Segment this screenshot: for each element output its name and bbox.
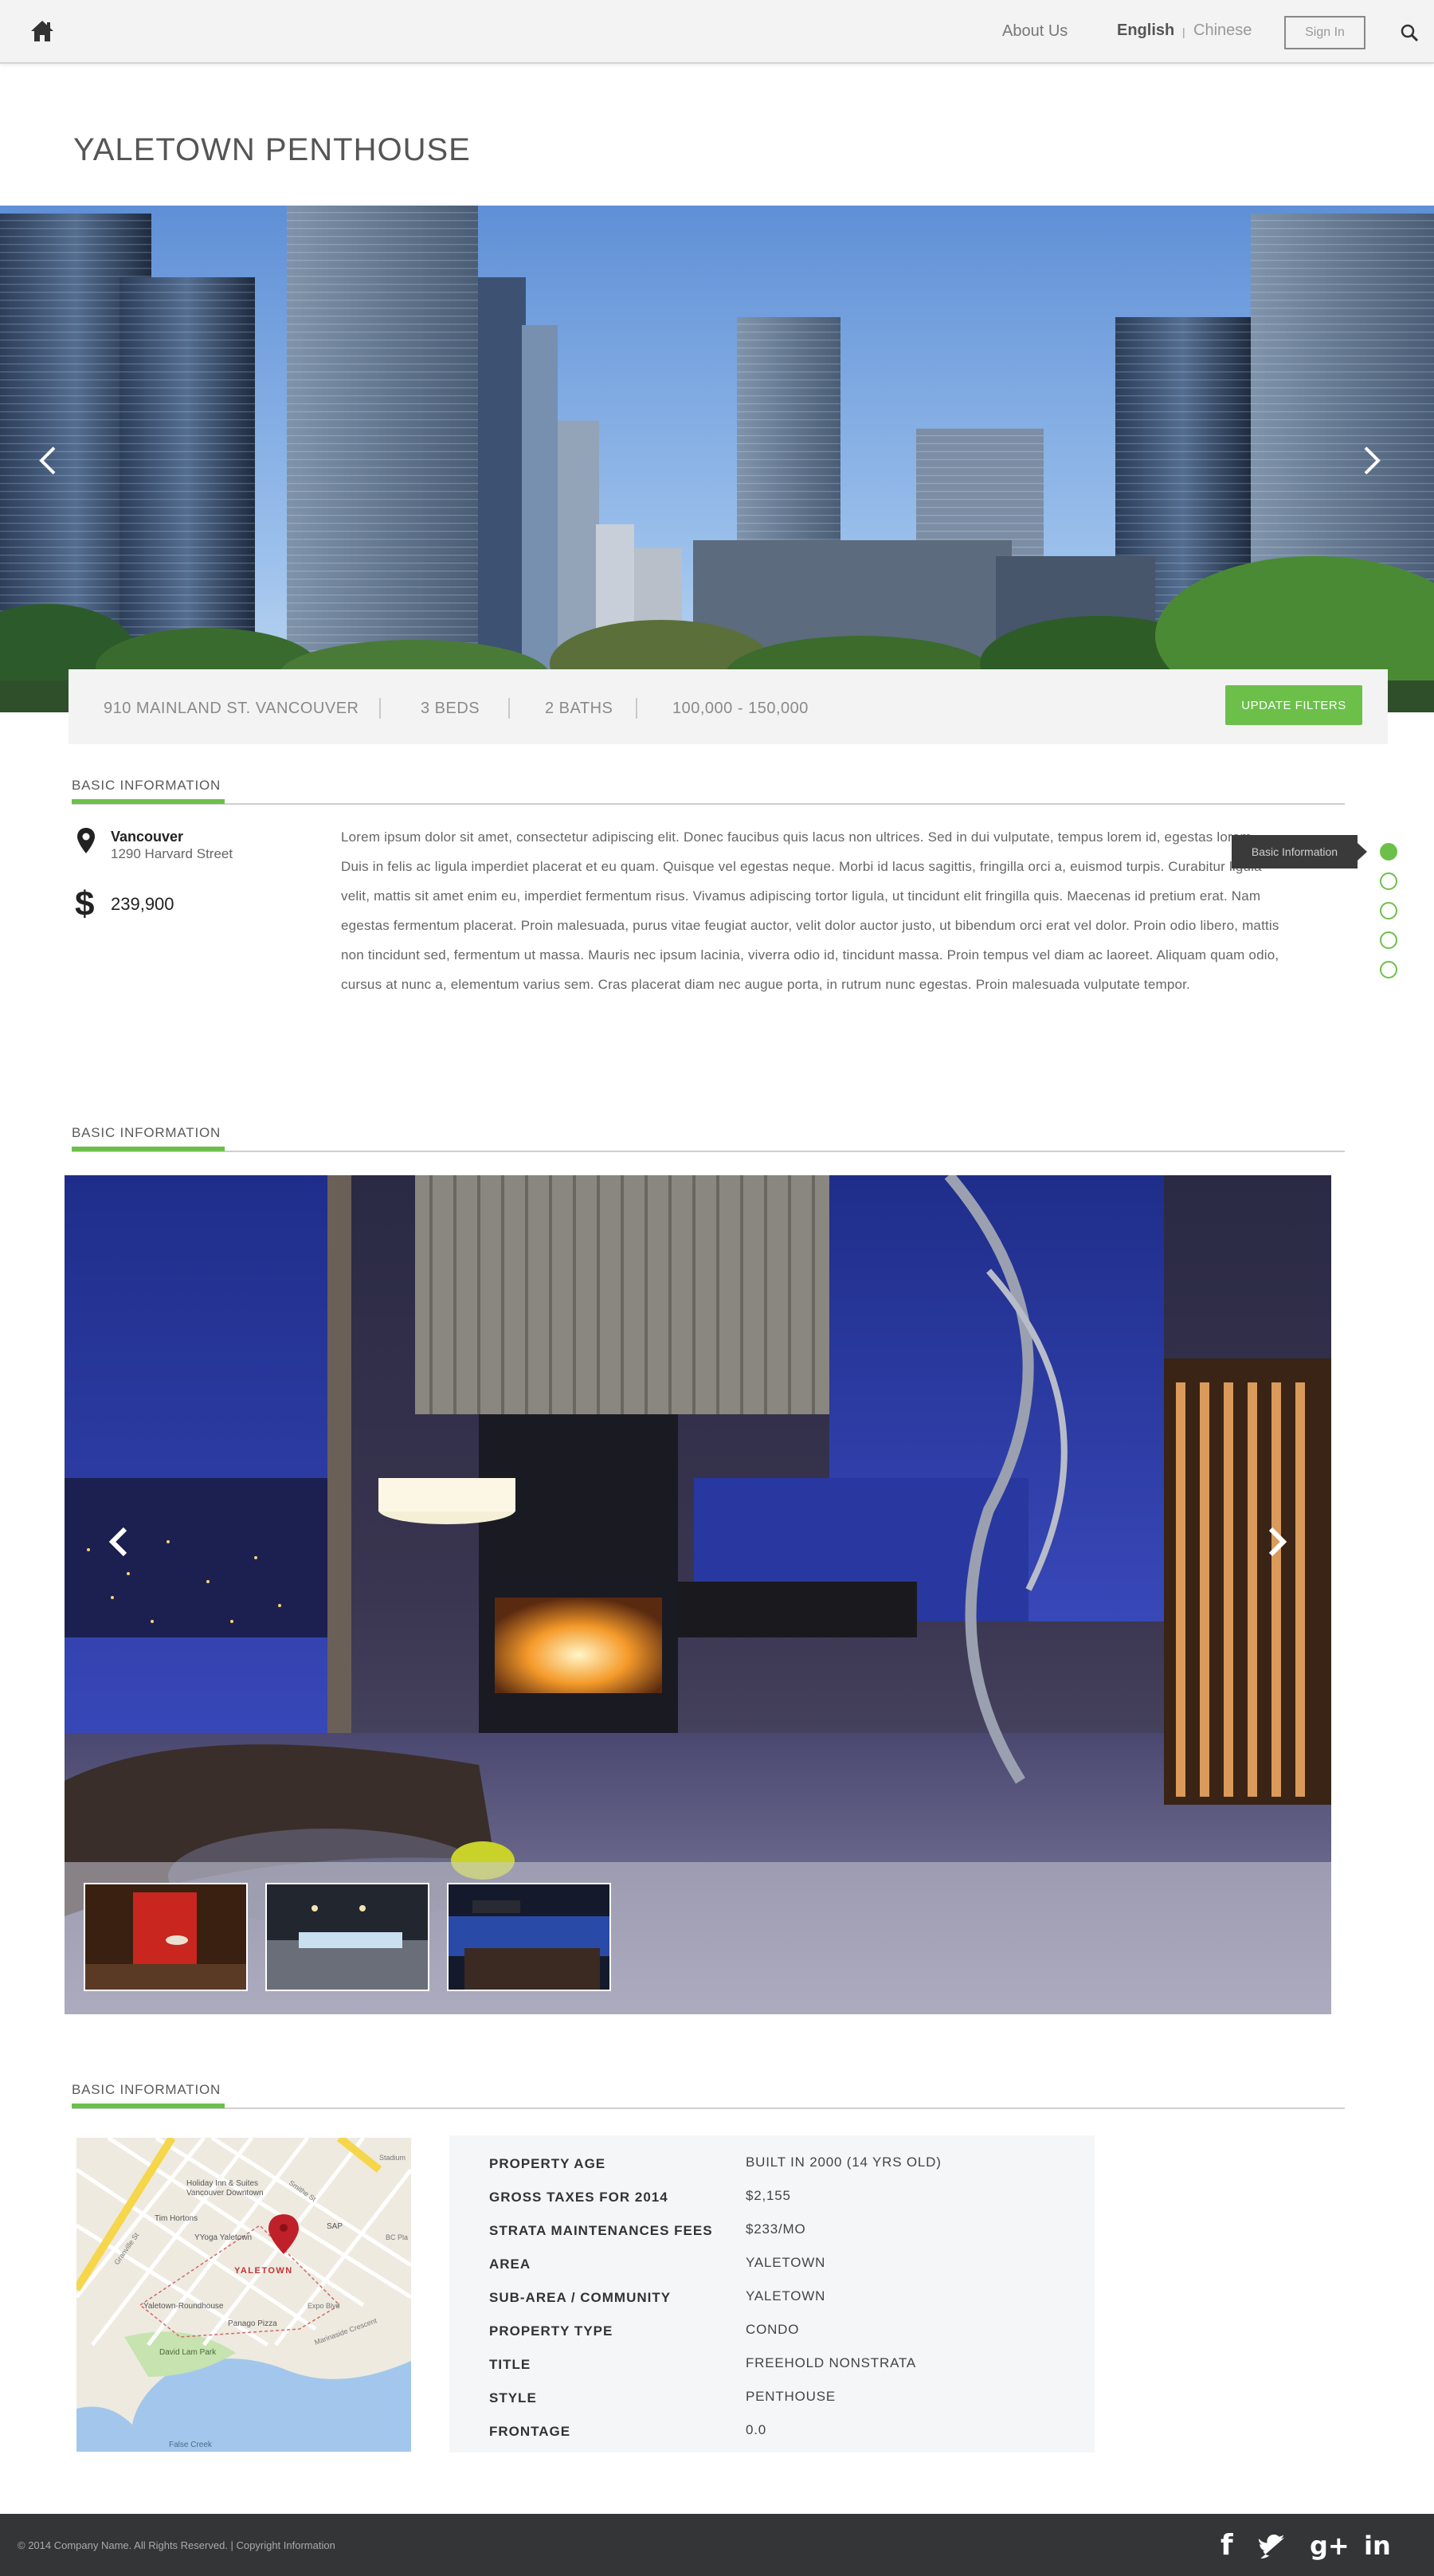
filter-divider: [379, 698, 381, 719]
map-label: SAP: [327, 2222, 343, 2231]
detail-label: SUB-AREA / COMMUNITY: [489, 2290, 672, 2305]
search-icon[interactable]: [1399, 22, 1420, 43]
filter-divider: [508, 698, 510, 719]
map-label: David Lam Park: [159, 2348, 217, 2357]
section-divider: [72, 803, 1345, 805]
map-label: Vancouver Downtown: [186, 2189, 264, 2198]
facebook-icon[interactable]: f: [1220, 2531, 1233, 2560]
map-label: Panago Pizza: [228, 2319, 277, 2328]
language-chinese[interactable]: Chinese: [1193, 22, 1252, 40]
detail-label: TITLE: [489, 2357, 531, 2372]
detail-label: GROSS TAXES FOR 2014: [489, 2190, 668, 2205]
section-nav-dot-4[interactable]: [1380, 931, 1397, 949]
update-filters-button[interactable]: UPDATE FILTERS: [1225, 685, 1362, 725]
hero-prev-arrow[interactable]: [32, 437, 64, 484]
filter-divider: [636, 698, 637, 719]
map-label: Tim Hortons: [155, 2214, 198, 2223]
section-nav-dot-2[interactable]: [1380, 872, 1397, 890]
section-nav-tooltip: Basic Information: [1232, 835, 1367, 868]
detail-label: AREA: [489, 2256, 531, 2272]
location-map[interactable]: Holiday Inn & Suites Vancouver Downtown …: [76, 2138, 411, 2452]
gallery-prev-arrow[interactable]: [103, 1518, 135, 1566]
section-heading: BASIC INFORMATION: [72, 778, 221, 793]
map-label: YYoga Yaletown: [194, 2233, 252, 2242]
detail-value: YALETOWN: [746, 2288, 826, 2304]
gallery-next-arrow[interactable]: [1261, 1518, 1293, 1566]
section-heading: BASIC INFORMATION: [72, 1125, 221, 1140]
detail-label: PROPERTY AGE: [489, 2156, 606, 2171]
section-heading: BASIC INFORMATION: [72, 2082, 221, 2097]
location-pin-icon: [77, 828, 95, 853]
hero-next-arrow[interactable]: [1356, 437, 1388, 484]
detail-value: PENTHOUSE: [746, 2389, 836, 2404]
filter-beds[interactable]: 3 BEDS: [421, 700, 480, 718]
dollar-icon: $: [75, 884, 95, 923]
hero-image: [0, 206, 1434, 712]
language-separator: |: [1182, 25, 1185, 38]
detail-value: $2,155: [746, 2188, 791, 2203]
detail-value: $233/MO: [746, 2221, 806, 2237]
detail-label: FRONTAGE: [489, 2424, 571, 2439]
listing-description: Lorem ipsum dolor sit amet, consectetur …: [341, 829, 1279, 992]
section-nav-dot-3[interactable]: [1380, 902, 1397, 919]
thumbnail-strip: [65, 1862, 1331, 2014]
map-label: Yaletown-Roundhouse: [143, 2302, 224, 2311]
map-label: Expo Blvd: [308, 2302, 340, 2310]
about-us-link[interactable]: About Us: [1002, 22, 1068, 41]
thumbnail-2[interactable]: [265, 1883, 429, 1991]
detail-label: PROPERTY TYPE: [489, 2323, 613, 2339]
listing-city: Vancouver: [111, 829, 184, 845]
detail-value: YALETOWN: [746, 2255, 826, 2270]
photo-gallery: [65, 1175, 1331, 2014]
map-label: Stadium: [379, 2154, 406, 2162]
google-plus-icon[interactable]: g+: [1310, 2531, 1350, 2560]
listing-street: 1290 Harvard Street: [111, 846, 233, 861]
section-nav-dot-1[interactable]: [1380, 843, 1397, 861]
filter-price-range[interactable]: 100,000 - 150,000: [672, 700, 809, 718]
section-accent: [72, 2104, 225, 2108]
home-icon[interactable]: [29, 18, 56, 45]
filter-bar: 910 MAINLAND ST. VANCOUVER 3 BEDS 2 BATH…: [69, 669, 1388, 744]
section-nav-dot-5[interactable]: [1380, 961, 1397, 978]
thumbnail-3[interactable]: [447, 1883, 611, 1991]
section-divider: [72, 2107, 1345, 2109]
section-accent: [72, 1147, 225, 1151]
copyright-text: © 2014 Company Name. All Rights Reserved…: [18, 2539, 335, 2551]
detail-value: FREEHOLD NONSTRATA: [746, 2355, 917, 2370]
detail-value: BUILT IN 2000 (14 YRS OLD): [746, 2155, 942, 2170]
map-label: False Creek: [169, 2441, 213, 2449]
twitter-icon[interactable]: [1259, 2535, 1286, 2558]
detail-label: STYLE: [489, 2390, 537, 2405]
hero-carousel: [0, 206, 1434, 712]
top-nav: About Us English | Chinese Sign In: [0, 0, 1434, 64]
footer: © 2014 Company Name. All Rights Reserved…: [0, 2514, 1434, 2576]
language-english[interactable]: English: [1117, 22, 1174, 40]
map-label: Holiday Inn & Suites: [186, 2179, 258, 2188]
section-divider: [72, 1151, 1345, 1152]
map-label: BC Pla: [386, 2233, 408, 2241]
map-label: YALETOWN: [234, 2266, 293, 2276]
filter-address[interactable]: 910 MAINLAND ST. VANCOUVER: [104, 700, 359, 718]
linkedin-icon[interactable]: in: [1364, 2531, 1391, 2560]
thumbnail-1[interactable]: [84, 1883, 248, 1991]
detail-label: STRATA MAINTENANCES FEES: [489, 2223, 713, 2238]
filter-baths[interactable]: 2 BATHS: [545, 700, 613, 718]
detail-value: 0.0: [746, 2422, 767, 2437]
section-accent: [72, 799, 225, 804]
detail-value: CONDO: [746, 2322, 800, 2337]
listing-price: 239,900: [111, 894, 174, 914]
page-title: YALETOWN PENTHOUSE: [73, 132, 471, 167]
property-details-table: PROPERTY AGE BUILT IN 2000 (14 YRS OLD) …: [449, 2135, 1095, 2452]
sign-in-button[interactable]: Sign In: [1284, 16, 1365, 49]
